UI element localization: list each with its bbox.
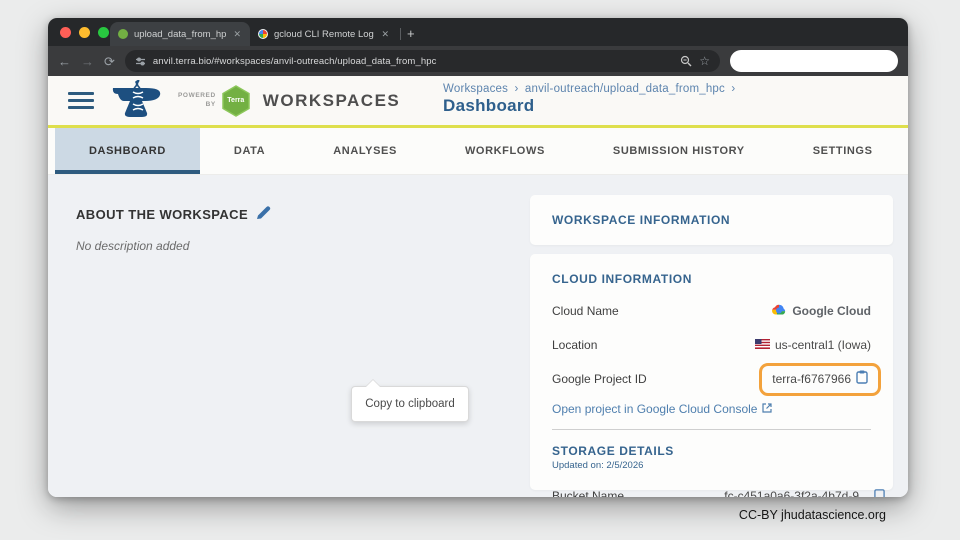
app-title: WORKSPACES [262, 90, 401, 110]
cloud-name-label: Cloud Name [552, 304, 619, 318]
about-title: ABOUT THE WORKSPACE [76, 206, 249, 222]
project-id-row: Google Project ID terra-f6767966 [552, 362, 881, 396]
browser-tab-gcloud[interactable]: gcloud CLI Remote Login ✕ [250, 22, 398, 46]
tab-settings[interactable]: SETTINGS [779, 128, 907, 174]
address-bar[interactable]: anvil.terra.bio/#workspaces/anvil-outrea… [124, 50, 720, 72]
sidebar: WORKSPACE INFORMATION CLOUD INFORMATION … [530, 195, 893, 497]
breadcrumb-separator: › [731, 83, 736, 95]
copy-to-clipboard-icon[interactable] [856, 370, 868, 389]
copy-tooltip: Copy to clipboard [351, 380, 469, 422]
location-label: Location [552, 338, 598, 352]
page-title: Dashboard [443, 96, 535, 115]
powered-by-label: POWERED BY [178, 92, 216, 108]
tab-workflows[interactable]: WORKFLOWS [431, 128, 579, 174]
gcloud-favicon-icon [258, 29, 268, 39]
tab-separator [400, 28, 401, 40]
profile-area-blank [730, 50, 898, 72]
terra-logo-label: Terra [227, 96, 245, 104]
project-id-highlight: terra-f6767966 [759, 362, 881, 396]
terra-header: POWERED BY Terra WORKSPACES Workspaces ›… [48, 76, 908, 128]
google-cloud-icon [771, 303, 787, 319]
us-flag-icon [754, 338, 770, 352]
storage-updated-label: Updated on: 2/5/2026 [552, 460, 644, 471]
forward-icon[interactable]: → [81, 55, 94, 68]
project-id-value: terra-f6767966 [772, 372, 851, 386]
breadcrumb-workspaces-link[interactable]: Workspaces [443, 83, 508, 95]
tab-submission-history[interactable]: SUBMISSION HISTORY [579, 128, 779, 174]
reload-icon[interactable]: ⟳ [104, 55, 115, 68]
external-link-icon [762, 402, 773, 416]
tooltip-caret [366, 380, 380, 387]
site-settings-icon[interactable] [135, 56, 146, 67]
hamburger-menu-icon[interactable] [68, 92, 94, 109]
bucket-name-row: Bucket Name fc-c451a0a6-3f2a-4b7d-9... [552, 487, 885, 497]
location-row: Location us-central1 (Iowa) [552, 336, 871, 354]
open-console-link[interactable]: Open project in Google Cloud Console [552, 402, 871, 416]
workspace-information-card: WORKSPACE INFORMATION [530, 195, 893, 245]
storage-details-title: STORAGE DETAILS [552, 444, 674, 458]
cloud-name-value: Google Cloud [792, 304, 871, 318]
section-divider [552, 429, 871, 430]
back-icon[interactable]: ← [58, 55, 71, 68]
open-console-label: Open project in Google Cloud Console [552, 402, 758, 416]
about-workspace-section: ABOUT THE WORKSPACE No description added [76, 205, 271, 253]
dashboard-content: ABOUT THE WORKSPACE No description added… [48, 175, 908, 497]
bucket-name-label: Bucket Name [552, 489, 625, 497]
workspace-nav: DASHBOARD DATA ANALYSES WORKFLOWS SUBMIS… [48, 128, 908, 175]
breadcrumb-separator: › [514, 83, 519, 95]
new-tab-button[interactable]: + [407, 26, 415, 41]
cloud-name-row: Cloud Name Google Cloud [552, 302, 871, 320]
browser-toolbar: ← → ⟳ anvil.terra.bio/#workspaces/anvil-… [48, 46, 908, 76]
project-id-label: Google Project ID [552, 372, 647, 386]
anvil-logo[interactable] [112, 79, 164, 122]
tab-analyses[interactable]: ANALYSES [299, 128, 431, 174]
terra-logo: Terra [221, 84, 251, 117]
location-value: us-central1 (Iowa) [774, 338, 871, 352]
desktop: upload_data_from_hpc - Das ✕ gcloud CLI … [0, 0, 960, 540]
license-attribution: CC-BY jhudatascience.org [738, 508, 886, 522]
window-zoom-button[interactable] [98, 27, 109, 38]
workspace-description: No description added [76, 239, 190, 253]
tab-data[interactable]: DATA [200, 128, 299, 174]
edit-pencil-icon[interactable] [256, 205, 271, 223]
cloud-information-title: CLOUD INFORMATION [552, 272, 692, 286]
browser-window: upload_data_from_hpc - Das ✕ gcloud CLI … [48, 18, 908, 497]
breadcrumb-workspace-link[interactable]: anvil-outreach/upload_data_from_hpc [525, 83, 725, 95]
tab-dashboard[interactable]: DASHBOARD [55, 128, 200, 174]
window-close-button[interactable] [60, 27, 71, 38]
cloud-information-card: CLOUD INFORMATION Cloud Name Google Clou… [530, 254, 893, 497]
zoom-icon[interactable] [680, 55, 692, 67]
tab-title: upload_data_from_hpc - Das [134, 28, 227, 40]
browser-tab-bar: upload_data_from_hpc - Das ✕ gcloud CLI … [48, 18, 908, 46]
terra-favicon-icon [118, 29, 128, 39]
browser-tab-dashboard[interactable]: upload_data_from_hpc - Das ✕ [110, 22, 250, 46]
tab-title: gcloud CLI Remote Login [274, 28, 375, 40]
window-minimize-button[interactable] [79, 27, 90, 38]
bookmark-star-icon[interactable]: ☆ [699, 55, 710, 67]
breadcrumb: Workspaces › anvil-outreach/upload_data_… [443, 83, 738, 116]
window-controls [60, 27, 109, 38]
close-tab-icon[interactable]: ✕ [232, 29, 242, 40]
close-tab-icon[interactable]: ✕ [380, 29, 390, 40]
tooltip-label: Copy to clipboard [365, 398, 455, 410]
url-text: anvil.terra.bio/#workspaces/anvil-outrea… [152, 55, 437, 67]
bucket-name-value: fc-c451a0a6-3f2a-4b7d-9... [724, 489, 869, 497]
copy-bucket-icon[interactable] [874, 488, 885, 497]
workspace-information-title: WORKSPACE INFORMATION [552, 213, 731, 227]
